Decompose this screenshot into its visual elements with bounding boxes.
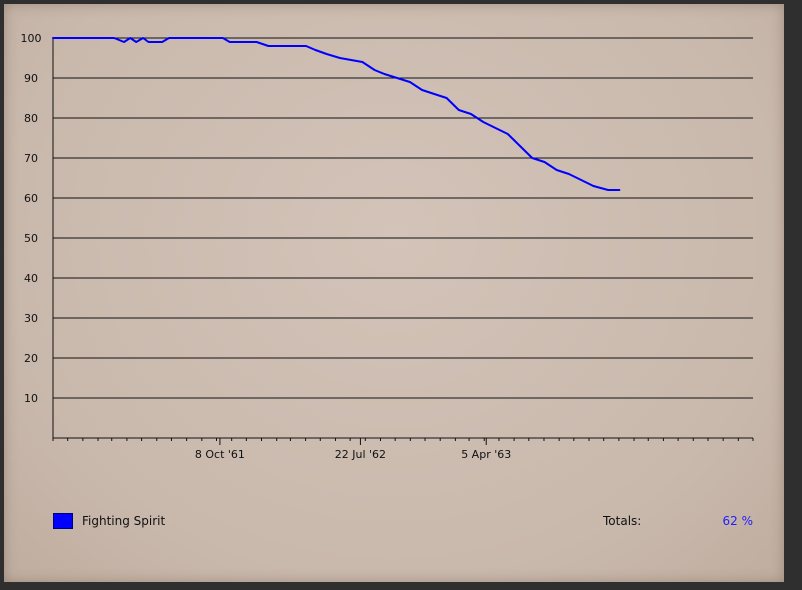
y-tick-label-50: 50 (24, 232, 38, 245)
y-tick-label-10: 10 (24, 392, 38, 405)
series-layer (52, 37, 621, 191)
y-tick-label-70: 70 (24, 152, 38, 165)
gridlines (53, 37, 753, 399)
y-tick-label-100: 100 (21, 32, 42, 45)
x-tick-label-2: 5 Apr '63 (461, 448, 511, 461)
series-line-fighting-spirit (52, 37, 621, 191)
legend-label-fighting-spirit: Fighting Spirit (82, 514, 166, 528)
legend-swatch-fighting-spirit (53, 513, 73, 529)
x-tick-label-0: 8 Oct '61 (195, 448, 245, 461)
y-tick-label-40: 40 (24, 272, 38, 285)
legend: Fighting Spirit (53, 512, 165, 530)
x-axis: 8 Oct '61 22 Jul '62 5 Apr '63 (52, 437, 754, 461)
line-chart: 10 20 30 40 50 60 70 80 90 100 8 Oct '61 22 Jul '6… (21, 32, 754, 461)
y-tick-label-20: 20 (24, 352, 38, 365)
totals-label: Totals: (603, 514, 642, 528)
y-tick-label-90: 90 (24, 72, 38, 85)
totals-value: 62 % (722, 514, 754, 528)
y-axis: 10 20 30 40 50 60 70 80 90 100 (21, 32, 54, 438)
y-tick-label-30: 30 (24, 312, 38, 325)
y-tick-label-80: 80 (24, 112, 38, 125)
x-tick-label-1: 22 Jul '62 (335, 448, 386, 461)
y-tick-label-60: 60 (24, 192, 38, 205)
